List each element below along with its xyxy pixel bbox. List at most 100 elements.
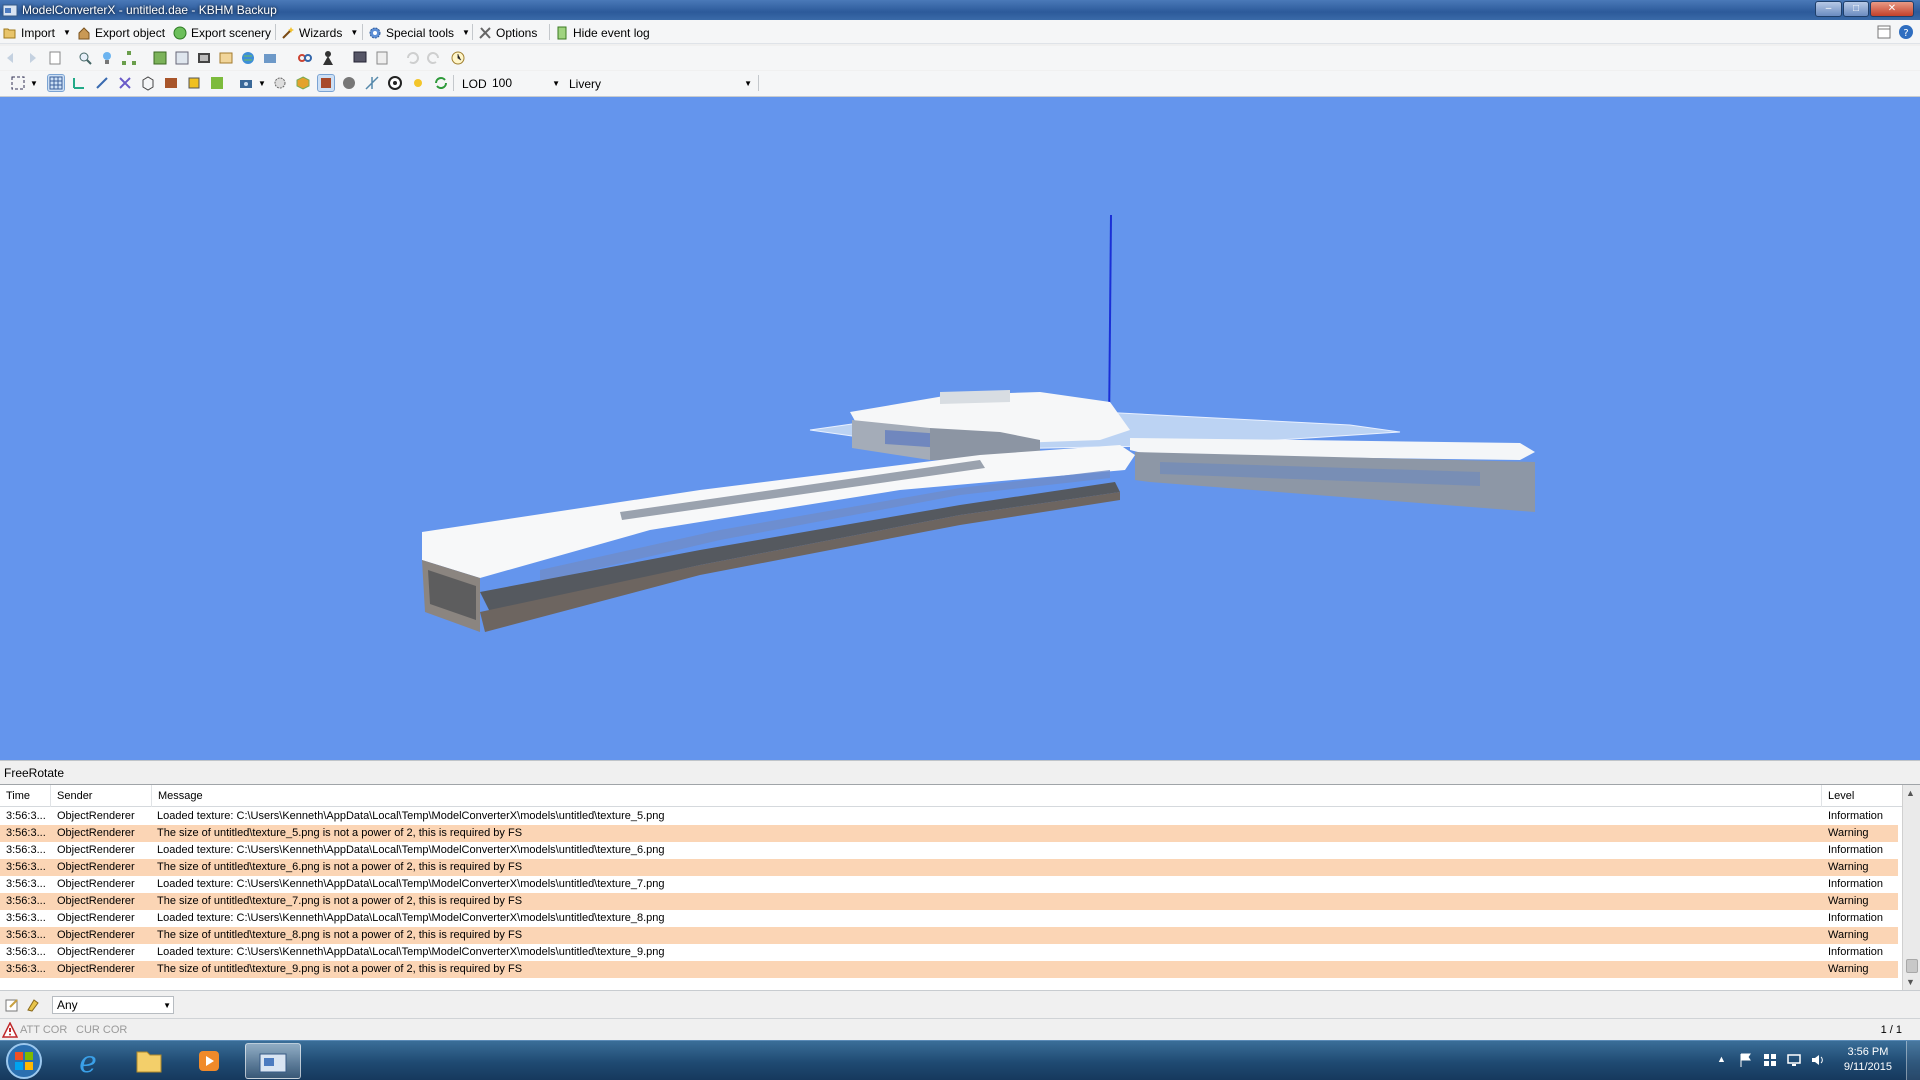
- camera-icon[interactable]: [238, 75, 254, 91]
- system-clock[interactable]: 3:56 PM 9/11/2015: [1844, 1045, 1892, 1075]
- link-icon[interactable]: [297, 50, 313, 66]
- zoom-icon[interactable]: [77, 50, 93, 66]
- screen-icon[interactable]: [352, 50, 368, 66]
- chevron-down-icon[interactable]: ▼: [258, 79, 266, 88]
- table-row[interactable]: 3:56:3... ObjectRenderer Loaded texture: C…: [0, 910, 1898, 927]
- export-object-button[interactable]: Export object: [77, 24, 165, 41]
- volume-icon[interactable]: [1810, 1052, 1826, 1068]
- table-row[interactable]: 3:56:3... ObjectRenderer The size of untit…: [0, 927, 1898, 944]
- close-button[interactable]: ✕: [1870, 1, 1914, 17]
- person-icon[interactable]: [320, 50, 336, 66]
- table-row[interactable]: 3:56:3... ObjectRenderer Loaded texture: C…: [0, 808, 1898, 825]
- special-tools-menu[interactable]: Special tools ▼: [368, 24, 470, 41]
- show-desktop-button[interactable]: [1906, 1041, 1920, 1080]
- grid-icon[interactable]: [47, 74, 65, 92]
- column-header-sender[interactable]: Sender: [51, 785, 152, 807]
- globe-icon[interactable]: [240, 50, 256, 66]
- message-cell: Loaded texture: C:\Users\Kenneth\AppData…: [157, 946, 665, 958]
- export-scenery-button[interactable]: Export scenery: [173, 24, 271, 41]
- tools-icon: [479, 26, 491, 39]
- chevron-down-icon[interactable]: ▼: [30, 79, 38, 88]
- network-icon[interactable]: [1786, 1052, 1802, 1068]
- 3d-viewport[interactable]: [0, 97, 1920, 760]
- hide-event-log-button[interactable]: Hide event log: [555, 24, 650, 41]
- scrollbar-thumb[interactable]: [1906, 959, 1918, 973]
- message-cell: The size of untitled\texture_9.png is no…: [157, 963, 523, 975]
- livery-select[interactable]: ▼: [606, 75, 754, 93]
- help-icon[interactable]: ?: [1898, 24, 1914, 40]
- folder-open-icon: [3, 28, 16, 38]
- maximize-button[interactable]: □: [1843, 1, 1869, 17]
- log-level-filter-select[interactable]: Any ▼: [52, 996, 174, 1014]
- level-cell: Information: [1828, 810, 1884, 822]
- taskbar-modelconverterx[interactable]: [245, 1043, 301, 1079]
- settings-icon[interactable]: [272, 75, 288, 91]
- airport-terminal-model[interactable]: [0, 97, 1920, 760]
- shaded-icon[interactable]: [317, 74, 335, 92]
- column-header-time[interactable]: Time: [0, 785, 51, 807]
- soccer-ball-icon[interactable]: [387, 75, 403, 91]
- placement-icon[interactable]: [262, 50, 278, 66]
- taskbar-internet-explorer[interactable]: e: [60, 1043, 116, 1080]
- table-row[interactable]: 3:56:3... ObjectRenderer The size of untit…: [0, 859, 1898, 876]
- table-row[interactable]: 3:56:3... ObjectRenderer The size of untit…: [0, 961, 1898, 978]
- windows-update-icon[interactable]: [1762, 1052, 1778, 1068]
- ground-icon[interactable]: [209, 75, 225, 91]
- column-header-level[interactable]: Level: [1822, 785, 1902, 807]
- wizards-label: Wizards: [299, 25, 343, 40]
- start-button-icon[interactable]: [4, 1041, 44, 1080]
- log-scrollbar[interactable]: ▲ ▼: [1902, 785, 1920, 991]
- wizards-menu[interactable]: Wizards ▼: [281, 24, 358, 41]
- panel-layout-icon[interactable]: [1876, 24, 1892, 40]
- taskbar-media-player[interactable]: [182, 1043, 238, 1079]
- level-cell: Warning: [1828, 895, 1869, 907]
- box-icon[interactable]: [186, 75, 202, 91]
- minimize-button[interactable]: –: [1815, 1, 1842, 17]
- document-icon[interactable]: [47, 50, 63, 66]
- action-center-flag-icon[interactable]: [1738, 1052, 1754, 1068]
- texture-list-icon[interactable]: [218, 50, 234, 66]
- sun-icon[interactable]: [410, 75, 426, 91]
- table-row[interactable]: 3:56:3... ObjectRenderer Loaded texture: C…: [0, 842, 1898, 859]
- scroll-down-icon[interactable]: ▼: [1906, 977, 1915, 987]
- taskbar-file-explorer[interactable]: [121, 1043, 177, 1079]
- column-header-message[interactable]: Message: [152, 785, 1822, 807]
- hierarchy-icon[interactable]: [121, 50, 137, 66]
- svg-text:e: e: [79, 1045, 97, 1079]
- table-row[interactable]: 3:56:3... ObjectRenderer The size of untit…: [0, 893, 1898, 910]
- options-button[interactable]: Options: [478, 24, 537, 41]
- clear-log-icon[interactable]: [25, 997, 41, 1013]
- table-row[interactable]: 3:56:3... ObjectRenderer Loaded texture: C…: [0, 944, 1898, 961]
- wireframe-icon[interactable]: [140, 75, 156, 91]
- back-icon[interactable]: [3, 50, 19, 66]
- special-tools-label: Special tools: [386, 25, 455, 40]
- refresh-icon[interactable]: [433, 75, 449, 91]
- texture-icon[interactable]: [163, 75, 179, 91]
- bones-icon[interactable]: [117, 75, 133, 91]
- table-row[interactable]: 3:56:3... ObjectRenderer Loaded texture: C…: [0, 876, 1898, 893]
- table-row[interactable]: 3:56:3... ObjectRenderer The size of untit…: [0, 825, 1898, 842]
- warning-icon[interactable]: [2, 1022, 18, 1038]
- light-icon[interactable]: [99, 50, 115, 66]
- lod-select[interactable]: 100 ▼: [490, 75, 562, 93]
- material-editor-icon[interactable]: [152, 50, 168, 66]
- import-menu[interactable]: Import ▼: [3, 24, 71, 41]
- tray-expand-icon[interactable]: ▲: [1717, 1054, 1726, 1064]
- undo-icon[interactable]: [404, 50, 420, 66]
- transform-icon[interactable]: [364, 75, 380, 91]
- texture-zoom-icon[interactable]: [174, 50, 190, 66]
- film-icon[interactable]: [196, 50, 212, 66]
- sphere-icon[interactable]: [341, 75, 357, 91]
- edit-notes-icon[interactable]: [4, 997, 20, 1013]
- level-cell: Warning: [1828, 963, 1869, 975]
- cube-icon[interactable]: [295, 75, 311, 91]
- axis-icon[interactable]: [71, 75, 87, 91]
- scroll-up-icon[interactable]: ▲: [1906, 788, 1915, 798]
- fit-view-icon[interactable]: [10, 75, 26, 91]
- redo-icon[interactable]: [426, 50, 442, 66]
- report-icon[interactable]: [374, 50, 390, 66]
- level-cell: Warning: [1828, 861, 1869, 873]
- history-icon[interactable]: [450, 50, 466, 66]
- forward-icon[interactable]: [24, 50, 40, 66]
- normals-icon[interactable]: [94, 75, 110, 91]
